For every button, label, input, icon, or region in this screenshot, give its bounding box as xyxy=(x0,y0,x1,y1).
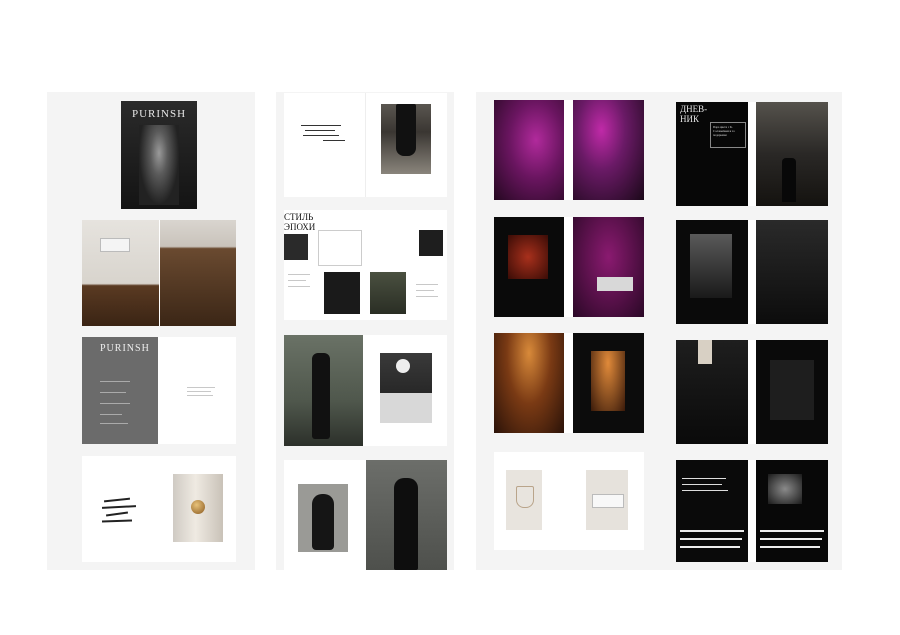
photo-boots-closet xyxy=(676,220,748,324)
spread-diary[interactable]: ДНЕВ- НИК Пара цвета с К. Соловьёвым и з… xyxy=(676,102,828,206)
handwriting-quote xyxy=(299,123,359,151)
photo-black-dress xyxy=(381,104,431,174)
photo-floor-wood xyxy=(160,220,236,326)
style-epoch-title: СТИЛЬ ЭПОХИ xyxy=(284,212,316,232)
cover-photo xyxy=(139,125,179,205)
contents-brand-title: PURINSH xyxy=(100,343,150,354)
spread-black-jacket[interactable] xyxy=(676,340,828,444)
spread-handwritten-black[interactable] xyxy=(676,460,828,562)
photo-white-flower xyxy=(380,353,432,423)
photo-jacket-closeup xyxy=(676,340,748,444)
diary-title: ДНЕВ- НИК xyxy=(680,104,708,124)
spread-dark-interior[interactable] xyxy=(676,220,828,324)
spread-socket[interactable] xyxy=(82,220,236,326)
photo-door-knob xyxy=(173,474,223,542)
diary-title-page: ДНЕВ- НИК Пара цвета с К. Соловьёвым и з… xyxy=(676,102,748,206)
photo-wall-socket xyxy=(82,220,159,326)
photo-parking-garage xyxy=(756,102,828,206)
spread-handwriting-door[interactable] xyxy=(82,456,236,562)
photo-power-socket xyxy=(586,470,628,530)
spread-neon-portraits[interactable] xyxy=(494,100,644,200)
handwriting-page-black xyxy=(676,460,748,562)
photo-amber-couple xyxy=(494,333,564,433)
handwriting-note xyxy=(100,494,150,531)
spread-woman-flower[interactable] xyxy=(284,335,447,446)
magazine-cover[interactable]: PURINSH xyxy=(121,101,197,209)
photo-small-dark xyxy=(284,234,308,260)
spread-headscarf[interactable] xyxy=(284,460,447,570)
photo-woman-black-dress xyxy=(284,335,363,446)
spread-glass-socket[interactable] xyxy=(494,452,644,550)
photo-jacket-pin xyxy=(756,340,828,444)
photo-glass xyxy=(506,470,542,530)
quote-card: Пара цвета с К. Соловьёвым и за подаркам… xyxy=(710,122,746,148)
photo-headscarf-woman xyxy=(298,484,348,552)
spread-warm-lights[interactable] xyxy=(494,333,644,433)
photo-chair-room xyxy=(756,220,828,324)
spread-style-epoch[interactable]: СТИЛЬ ЭПОХИ xyxy=(284,210,447,320)
photo-table-scene xyxy=(573,217,644,317)
photo-tie-portrait xyxy=(573,333,644,433)
photo-black-gown xyxy=(366,460,447,570)
photo-hand-pose xyxy=(324,272,360,314)
spread-red-night[interactable] xyxy=(494,217,644,317)
photo-neon-sunglasses xyxy=(494,100,564,200)
cover-brand-title: PURINSH xyxy=(131,108,187,120)
photo-woman-green xyxy=(370,272,406,314)
photo-small-dark-right xyxy=(419,230,443,256)
photo-tv-screen xyxy=(756,460,828,562)
grey-contents-page: PURINSH xyxy=(82,337,158,444)
photo-red-window xyxy=(494,217,564,317)
spread-grey-contents[interactable]: PURINSH xyxy=(82,337,236,444)
spread-dress-photo[interactable] xyxy=(284,93,447,197)
photo-neon-suit xyxy=(573,100,644,200)
